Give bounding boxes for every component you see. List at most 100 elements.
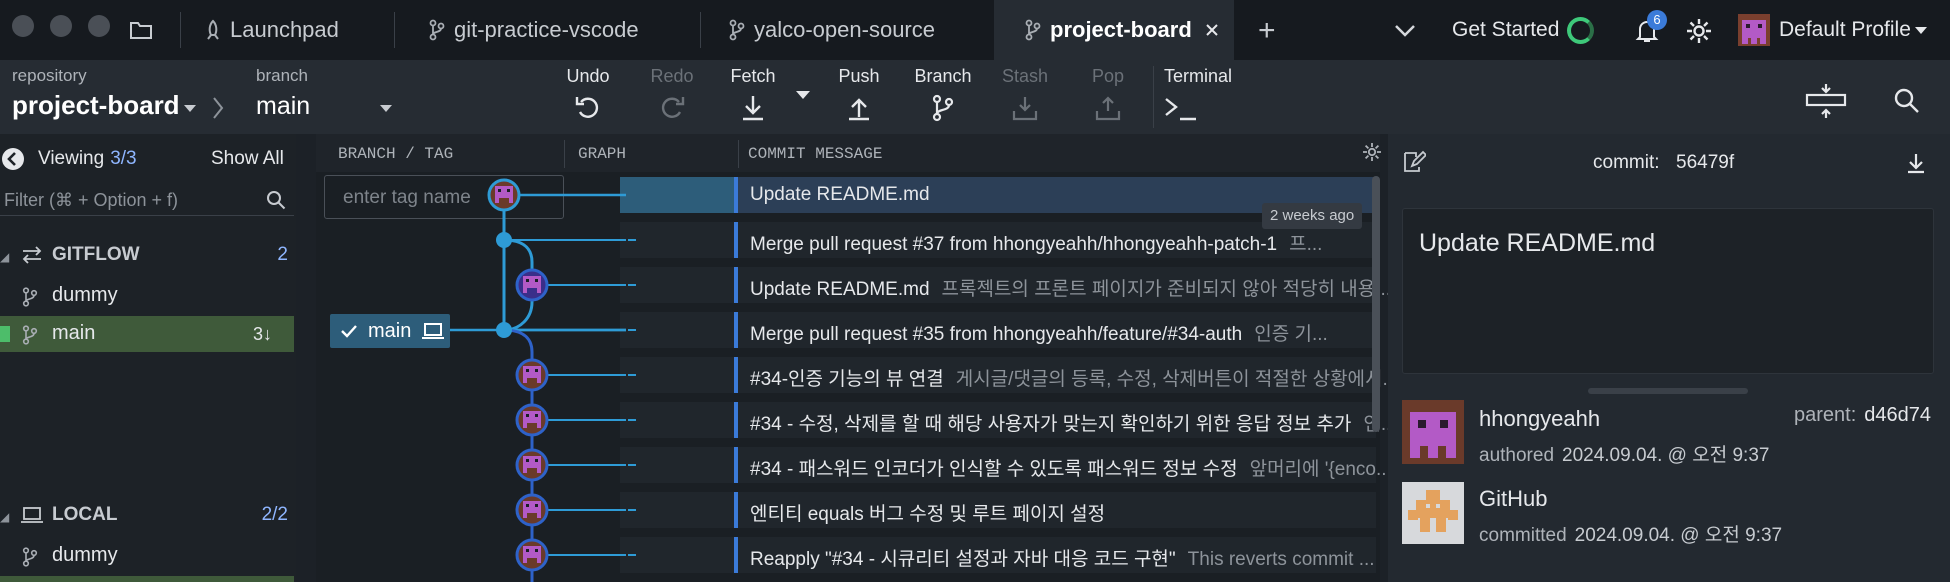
- show-all-button[interactable]: Show All: [211, 148, 284, 170]
- tab-launchpad[interactable]: Launchpad: [204, 0, 384, 60]
- undo-icon: [575, 97, 599, 118]
- caret-down-icon[interactable]: [1915, 27, 1927, 34]
- commit-summary: 엔티티 equals 버그 수정 및 루트 페이지 설정: [750, 504, 1106, 525]
- commit-summary: #34-인증 기능의 뷰 연결: [750, 369, 944, 390]
- commit-row[interactable]: 엔티티 equals 버그 수정 및 루트 페이지 설정: [620, 492, 1376, 528]
- close-icon[interactable]: [1204, 22, 1220, 38]
- branch-icon: [22, 325, 38, 345]
- chevron-right-icon: [213, 97, 224, 119]
- pop-button[interactable]: Pop: [1086, 66, 1130, 123]
- window-minimize-button[interactable]: [50, 15, 72, 37]
- sidebar-item-main[interactable]: main 3↓: [0, 316, 294, 352]
- tab-label: Launchpad: [230, 17, 339, 42]
- window-zoom-button[interactable]: [88, 15, 110, 37]
- viewing-text: Viewing: [38, 148, 105, 169]
- gear-icon[interactable]: [1685, 17, 1713, 45]
- repository-selector[interactable]: project-board: [12, 90, 180, 121]
- committed-date: 2024.09.04. @ 오전 9:37: [1574, 525, 1783, 546]
- section-count: 2: [277, 244, 288, 265]
- commit-message: Merge pull request #37 from hhongyeahh/h…: [750, 229, 1322, 256]
- merge-commit-dot[interactable]: [496, 322, 512, 338]
- caret-down-icon[interactable]: [380, 105, 392, 112]
- download-icon[interactable]: [1906, 152, 1926, 174]
- parent-label: parent:: [1794, 404, 1857, 426]
- sidebar-item-dummy[interactable]: dummy: [0, 278, 294, 314]
- commit-node-avatar[interactable]: [515, 358, 549, 392]
- collapse-toggle-icon[interactable]: ◢: [0, 510, 9, 524]
- section-local[interactable]: ◢ LOCAL 2/2: [0, 498, 296, 532]
- branch-selector[interactable]: main: [256, 92, 310, 121]
- fetch-button[interactable]: Fetch: [728, 66, 778, 123]
- back-arrow-icon[interactable]: [2, 148, 24, 170]
- commit-node-avatar[interactable]: [515, 268, 549, 302]
- search-icon[interactable]: [1893, 87, 1921, 115]
- fetch-options-caret[interactable]: [796, 91, 810, 99]
- commit-message-text: Update README.md: [1419, 229, 1656, 257]
- stash-button[interactable]: Stash: [1000, 66, 1050, 123]
- parent-commit[interactable]: parent: d46d74: [1794, 404, 1931, 427]
- sidebar-item-local-main-partial[interactable]: [0, 576, 294, 582]
- get-started-button[interactable]: Get Started: [1452, 18, 1559, 42]
- graph-branch-link: [541, 374, 626, 556]
- branch-button[interactable]: Branch: [911, 66, 975, 123]
- commit-node-avatar[interactable]: [515, 403, 549, 437]
- tab-project-board[interactable]: project-board: [994, 0, 1234, 60]
- commit-row[interactable]: #34 - 수정, 삭제를 할 때 해당 사용자가 맞는지 확인하기 위한 응답…: [620, 402, 1397, 438]
- commit-message: #34 - 수정, 삭제를 할 때 해당 사용자가 맞는지 확인하기 위한 응답…: [750, 409, 1397, 436]
- commit-message-box[interactable]: Update README.md: [1402, 208, 1934, 374]
- caret-down-icon[interactable]: [184, 105, 196, 112]
- layout-toggle-icon[interactable]: [1805, 82, 1847, 120]
- filter-input[interactable]: [4, 188, 254, 212]
- committer-name: GitHub: [1479, 486, 1548, 511]
- commit-node-avatar[interactable]: [515, 538, 549, 572]
- commit-node-avatar[interactable]: [487, 178, 521, 212]
- commit-row[interactable]: Merge pull request #35 from hhongyeahh/f…: [620, 312, 1376, 348]
- column-graph[interactable]: GRAPH: [578, 145, 626, 163]
- collapse-toggle-icon[interactable]: ◢: [0, 250, 9, 264]
- edit-icon[interactable]: [1402, 150, 1426, 174]
- commit-sha[interactable]: 56479f: [1676, 152, 1734, 174]
- commit-description: 게시글/댓글의 등록, 수정, 삭제버튼이 적절한 상황에서...: [955, 369, 1399, 390]
- commit-row[interactable]: #34-인증 기능의 뷰 연결 게시글/댓글의 등록, 수정, 삭제버튼이 적절한…: [620, 357, 1398, 393]
- commit-description: This reverts commit ...: [1187, 549, 1375, 570]
- redo-button[interactable]: Redo: [648, 66, 696, 123]
- tab-yalco-open-source[interactable]: yalco-open-source: [728, 0, 968, 60]
- section-gitflow[interactable]: ◢ GITFLOW 2: [0, 238, 296, 272]
- branch-icon: [22, 287, 38, 307]
- folder-icon[interactable]: [128, 18, 154, 42]
- column-branch-tag[interactable]: BRANCH / TAG: [338, 145, 453, 163]
- branch-label-main[interactable]: main: [330, 314, 450, 348]
- commit-node-avatar[interactable]: [515, 448, 549, 482]
- commit-row[interactable]: Update README.md 프록젝트의 프론트 페이지가 준비되지 않아 적…: [620, 267, 1391, 303]
- commit-row[interactable]: #34 - 패스워드 인코더가 인식할 수 있도록 패스워드 정보 수정 앞머리에…: [620, 447, 1392, 483]
- merge-commit-dot[interactable]: [496, 232, 512, 248]
- gear-icon[interactable]: [1362, 142, 1382, 162]
- chevron-down-icon[interactable]: [1393, 20, 1417, 40]
- push-button[interactable]: Push: [834, 66, 884, 123]
- branch-icon: [932, 94, 954, 122]
- tab-label: yalco-open-source: [754, 17, 935, 42]
- window-close-button[interactable]: [12, 15, 34, 37]
- terminal-button[interactable]: Terminal: [1164, 66, 1238, 123]
- tab-git-practice-vscode[interactable]: git-practice-vscode: [428, 0, 688, 60]
- terminal-icon: [1165, 98, 1196, 121]
- graph-scrollbar[interactable]: [1372, 176, 1380, 432]
- column-commit-message[interactable]: COMMIT MESSAGE: [748, 145, 882, 163]
- commit-row[interactable]: Reapply "#34 - 시큐리티 설정과 자바 대응 코드 구현" This…: [620, 537, 1376, 573]
- profile-avatar[interactable]: [1738, 14, 1770, 46]
- profile-name[interactable]: Default Profile: [1779, 18, 1911, 42]
- author-avatar: [1402, 400, 1464, 464]
- progress-ring[interactable]: [1567, 17, 1594, 44]
- search-icon[interactable]: [266, 190, 286, 210]
- gitflow-icon: [22, 246, 42, 264]
- filter-field[interactable]: [0, 184, 294, 216]
- stash-icon: [1012, 97, 1038, 121]
- commit-node-avatar[interactable]: [515, 493, 549, 527]
- sidebar-item-local-dummy[interactable]: dummy: [0, 538, 294, 574]
- new-tab-button[interactable]: +: [1258, 14, 1276, 48]
- resize-handle[interactable]: [1588, 388, 1748, 394]
- branch-label: branch: [256, 66, 308, 85]
- authored-info: authored 2024.09.04. @ 오전 9:37: [1479, 440, 1769, 467]
- undo-button[interactable]: Undo: [564, 66, 612, 123]
- parent-sha[interactable]: d46d74: [1864, 404, 1931, 426]
